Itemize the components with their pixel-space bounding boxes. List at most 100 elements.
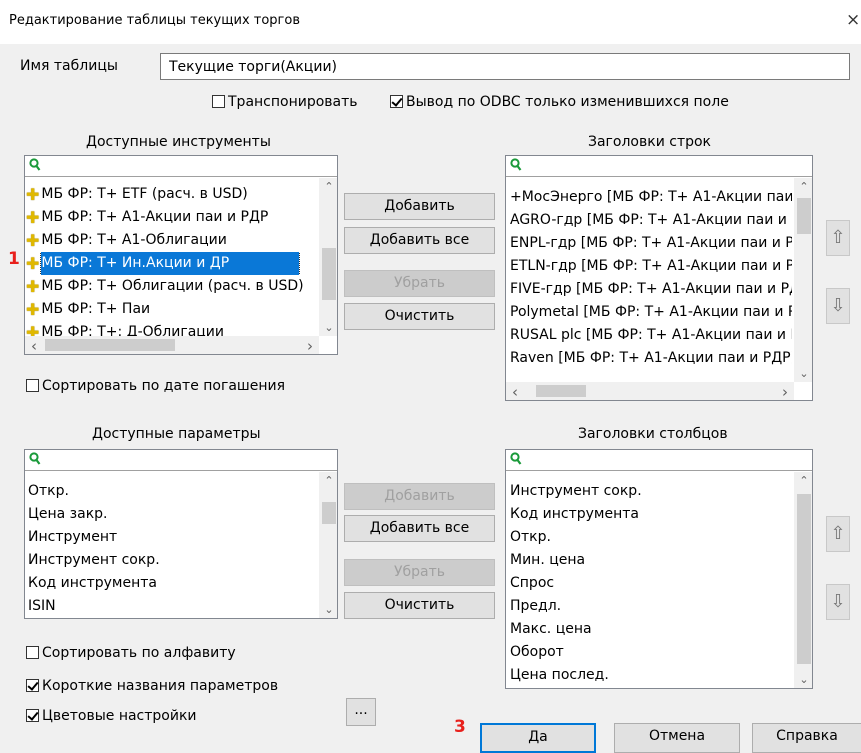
instruments-hscrollbar[interactable]: ‹ ›: [25, 336, 319, 354]
instruments-vscrollbar[interactable]: ⌃ ⌄: [319, 178, 337, 336]
list-item[interactable]: Откр.: [510, 526, 792, 549]
list-item[interactable]: ETLN-гдр [МБ ФР: Т+ А1-Акции паи и РДР]: [510, 255, 792, 278]
short-names-box[interactable]: [26, 679, 39, 692]
scroll-down-icon[interactable]: ⌄: [795, 367, 812, 380]
row-move-up-icon[interactable]: ⇧: [826, 220, 850, 256]
params-vscrollbar[interactable]: ⌃ ⌄: [319, 472, 337, 618]
scroll-thumb[interactable]: [797, 494, 811, 664]
list-item[interactable]: Мин. цена: [510, 549, 792, 572]
sort-maturity-label: Сортировать по дате погашения: [42, 378, 286, 394]
list-item[interactable]: Цена послед.: [510, 664, 792, 687]
scroll-down-icon[interactable]: ⌄: [320, 321, 337, 334]
list-item[interactable]: Оборот: [510, 641, 792, 664]
list-item[interactable]: Инструмент сокр.: [510, 480, 792, 503]
list-item[interactable]: +МосЭнерго [МБ ФР: Т+ А1-Акции паи и РДР…: [510, 186, 792, 209]
clear-instruments-button[interactable]: Очистить: [344, 303, 495, 330]
list-item[interactable]: ✚ МБ ФР: Т+ А1-Акции паи и РДР: [26, 206, 317, 229]
scroll-up-icon[interactable]: ⌃: [795, 474, 812, 487]
sort-alpha-box[interactable]: [26, 646, 39, 659]
list-item[interactable]: Предл.: [510, 595, 792, 618]
table-name-input[interactable]: [160, 53, 850, 80]
scroll-thumb[interactable]: [797, 198, 811, 234]
cancel-button[interactable]: Отмена: [614, 723, 740, 753]
scroll-thumb[interactable]: [45, 339, 175, 351]
scroll-right-icon[interactable]: ›: [776, 383, 794, 400]
column-headers-search[interactable]: [506, 450, 812, 471]
row-headers-vscrollbar[interactable]: ⌃ ⌄: [794, 178, 812, 382]
list-item-selected[interactable]: МБ ФР: Т+ Ин.Акции и ДР: [40, 252, 301, 275]
add-param-button[interactable]: Добавить: [344, 483, 495, 510]
list-item[interactable]: Спрос: [510, 572, 792, 595]
remove-param-button[interactable]: Убрать: [344, 559, 495, 586]
scroll-up-icon[interactable]: ⌃: [795, 180, 812, 193]
list-item[interactable]: ✚ МБ ФР: Т+ А1-Облигации: [26, 229, 317, 252]
row-headers-hscrollbar[interactable]: ‹ ›: [506, 382, 794, 400]
column-move-down-icon[interactable]: ⇩: [826, 584, 850, 620]
row-move-down-icon[interactable]: ⇩: [826, 288, 850, 324]
scroll-thumb[interactable]: [536, 385, 586, 397]
remove-instrument-button[interactable]: Убрать: [344, 270, 495, 297]
list-item[interactable]: Инструмент: [28, 526, 317, 549]
list-item[interactable]: Макс. цена: [510, 618, 792, 641]
transpose-checkbox[interactable]: Транспонировать: [212, 94, 358, 110]
row-headers-list[interactable]: +МосЭнерго [МБ ФР: Т+ А1-Акции паи и РДР…: [505, 155, 813, 401]
list-item[interactable]: ✚ МБ ФР: Т+ Ин.Акции и ДР: [26, 252, 317, 275]
list-item[interactable]: Цена закр.: [28, 503, 317, 526]
column-move-up-icon[interactable]: ⇧: [826, 516, 850, 552]
sort-alpha-checkbox[interactable]: Сортировать по алфавиту: [26, 645, 236, 661]
params-search[interactable]: [25, 450, 337, 471]
scroll-left-icon[interactable]: ‹: [25, 337, 43, 354]
marker-3: 3: [454, 717, 466, 737]
close-icon[interactable]: ×: [846, 10, 860, 30]
scroll-down-icon[interactable]: ⌄: [795, 673, 812, 686]
available-params-list[interactable]: Откр. Цена закр. Инструмент Инструмент с…: [24, 449, 338, 619]
clear-params-button[interactable]: Очистить: [344, 592, 495, 619]
scroll-up-icon[interactable]: ⌃: [320, 180, 337, 193]
list-item[interactable]: FIVE-гдр [МБ ФР: Т+ А1-Акции паи и РДР]: [510, 278, 792, 301]
scroll-right-icon[interactable]: ›: [301, 337, 319, 354]
list-item[interactable]: Откр.: [28, 480, 317, 503]
list-item[interactable]: ✚ МБ ФР: Т+ Паи: [26, 298, 317, 321]
plus-icon: ✚: [26, 254, 40, 273]
sort-maturity-box[interactable]: [26, 379, 39, 392]
plus-icon: ✚: [26, 208, 40, 227]
list-item[interactable]: AGRO-гдр [МБ ФР: Т+ А1-Акции паи и РДР]: [510, 209, 792, 232]
list-item[interactable]: ISIN: [28, 595, 317, 618]
add-instrument-button[interactable]: Добавить: [344, 193, 495, 220]
plus-icon: ✚: [26, 231, 40, 250]
scroll-thumb[interactable]: [322, 502, 336, 524]
scroll-down-icon[interactable]: ⌄: [320, 603, 337, 616]
column-headers-vscrollbar[interactable]: ⌃ ⌄: [794, 472, 812, 688]
list-item[interactable]: Polymetal [МБ ФР: Т+ А1-Акции паи и РДР]: [510, 301, 792, 324]
plus-icon: ✚: [26, 277, 40, 296]
list-item[interactable]: ✚ МБ ФР: Т+ ETF (расч. в USD): [26, 183, 317, 206]
ok-button[interactable]: Да: [480, 723, 596, 753]
sort-maturity-checkbox[interactable]: Сортировать по дате погашения: [26, 378, 285, 394]
instruments-search[interactable]: [25, 156, 337, 177]
help-button[interactable]: Справка: [752, 723, 861, 753]
list-item[interactable]: RUSAL plc [МБ ФР: Т+ А1-Акции паи и РДР]: [510, 324, 792, 347]
odbc-checkbox-box[interactable]: [390, 95, 403, 108]
odbc-checkbox[interactable]: Вывод по ODBC только изменившихся поле: [390, 94, 729, 110]
short-names-checkbox[interactable]: Короткие названия параметров: [26, 678, 278, 694]
plus-icon: ✚: [26, 300, 40, 319]
list-item[interactable]: Код инструмента: [28, 572, 317, 595]
row-headers-search[interactable]: [506, 156, 812, 177]
list-item[interactable]: Инструмент сокр.: [28, 549, 317, 572]
color-settings-box[interactable]: [26, 709, 39, 722]
available-instruments-list[interactable]: ✚ МБ ФР: Т+ ETF (расч. в USD) ✚ МБ ФР: Т+ …: [24, 155, 338, 355]
scroll-up-icon[interactable]: ⌃: [320, 474, 337, 487]
list-item[interactable]: Raven [МБ ФР: Т+ А1-Акции паи и РДР]: [510, 347, 792, 370]
list-item[interactable]: ✚ МБ ФР: Т+ Облигации (расч. в USD): [26, 275, 317, 298]
color-settings-checkbox[interactable]: Цветовые настройки: [26, 708, 197, 724]
scroll-thumb[interactable]: [322, 248, 336, 300]
instruments-items: ✚ МБ ФР: Т+ ETF (расч. в USD) ✚ МБ ФР: Т+ …: [26, 183, 317, 344]
scroll-left-icon[interactable]: ‹: [506, 383, 524, 400]
list-item[interactable]: Код инструмента: [510, 503, 792, 526]
list-item[interactable]: ENPL-гдр [МБ ФР: Т+ А1-Акции паи и РДР]: [510, 232, 792, 255]
add-all-params-button[interactable]: Добавить все: [344, 515, 495, 542]
column-headers-list[interactable]: Инструмент сокр. Код инструмента Откр. М…: [505, 449, 813, 689]
add-all-instruments-button[interactable]: Добавить все: [344, 227, 495, 254]
more-button[interactable]: ...: [346, 698, 376, 726]
transpose-checkbox-box[interactable]: [212, 95, 225, 108]
